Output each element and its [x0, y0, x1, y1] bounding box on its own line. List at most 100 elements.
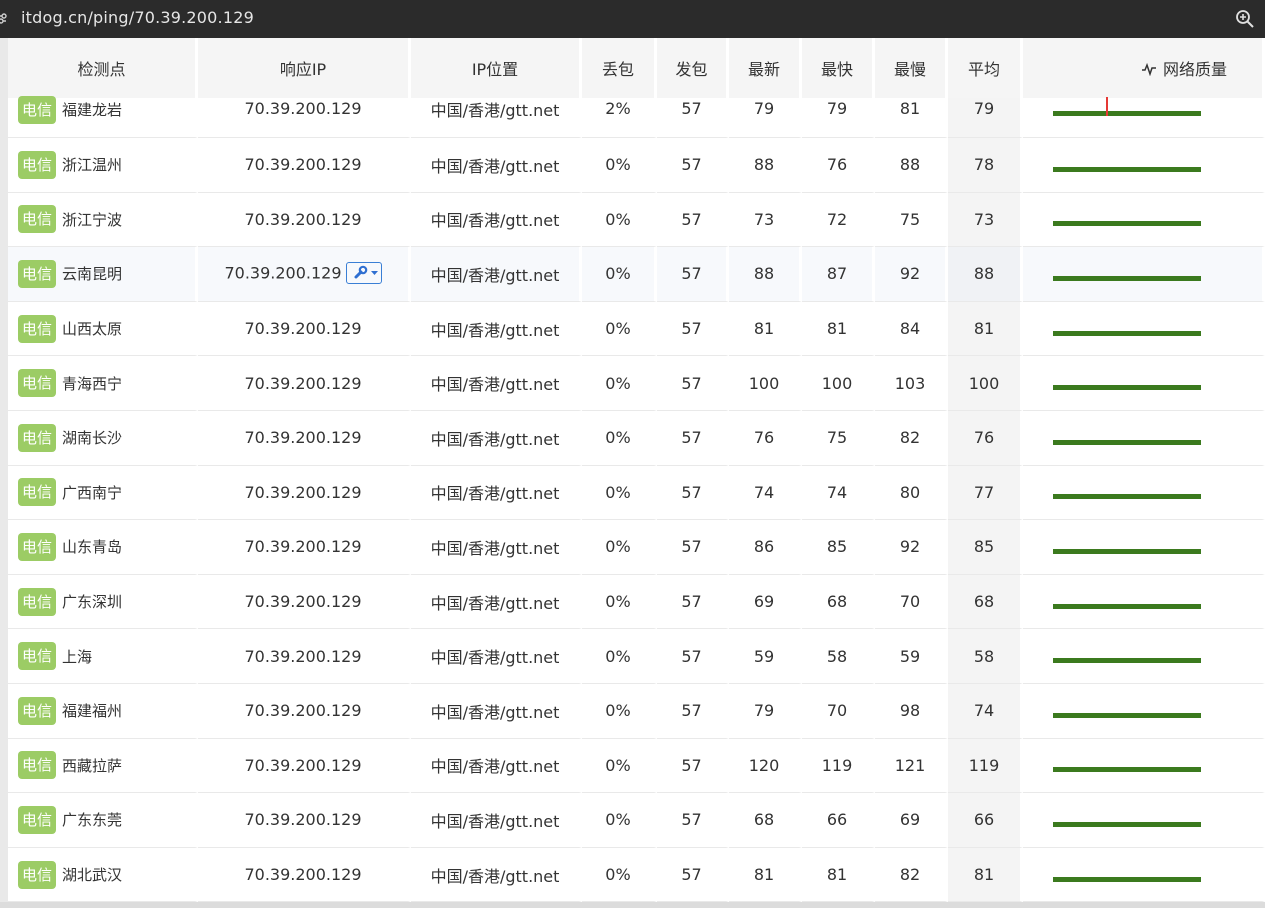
slowest-text: 59	[899, 646, 921, 666]
cell-loss: 0%	[582, 683, 657, 739]
cell-location: 中国/香港/gtt.net	[411, 410, 582, 466]
table-row: 电信 西藏拉萨 70.39.200.129 中国/香港/gtt.net 0% 57 120 1…	[8, 738, 1265, 794]
ip-text: 70.39.200.129	[244, 537, 362, 557]
sent-text: 57	[681, 428, 702, 448]
cell-node: 电信 浙江温州	[8, 138, 198, 193]
cell-sent: 57	[657, 465, 729, 521]
cell-location: 中国/香港/gtt.net	[411, 192, 582, 248]
cell-quality	[1023, 356, 1265, 411]
cell-fastest: 100	[802, 356, 875, 411]
cell-node: 电信 湖南长沙	[8, 410, 198, 466]
cell-loss: 0%	[582, 301, 657, 357]
cell-avg: 88	[948, 247, 1023, 302]
sent-text: 57	[681, 755, 702, 775]
quality-bar-fill	[1053, 658, 1201, 664]
zoom-in-icon[interactable]	[1235, 9, 1255, 29]
location-text: 中国/香港/gtt.net	[430, 648, 560, 668]
latest-text: 79	[753, 99, 775, 118]
sent-text: 57	[681, 646, 702, 666]
fastest-text: 76	[826, 155, 848, 175]
avg-text: 100	[968, 373, 1000, 393]
slowest-text: 98	[899, 701, 921, 721]
table-row: 电信 福建福州 70.39.200.129 中国/香港/gtt.net 0% 57 79 70…	[8, 683, 1265, 739]
location-text: 中国/香港/gtt.net	[430, 429, 560, 449]
wrench-dropdown-icon[interactable]	[345, 261, 382, 284]
site-settings-icon[interactable]	[0, 11, 8, 27]
cell-node: 电信 山东青岛	[8, 520, 198, 575]
cell-fastest: 66	[802, 793, 875, 848]
header-ip[interactable]: 响应IP	[198, 38, 411, 98]
pulse-icon	[1141, 61, 1157, 80]
cell-latest: 88	[729, 247, 802, 302]
cell-slowest: 92	[875, 247, 948, 302]
ip-text: 70.39.200.129	[244, 810, 362, 830]
cell-quality	[1023, 574, 1265, 630]
header-slowest[interactable]: 最慢	[875, 38, 948, 98]
cell-latest: 79	[729, 98, 802, 138]
cell-fastest: 68	[802, 574, 875, 630]
cell-slowest: 59	[875, 629, 948, 684]
header-avg[interactable]: 平均	[948, 38, 1023, 98]
cell-slowest: 80	[875, 465, 948, 521]
cell-slowest: 98	[875, 683, 948, 739]
node-name: 广西南宁	[62, 483, 123, 502]
cell-latest: 74	[729, 465, 802, 521]
cell-slowest: 82	[875, 410, 948, 466]
location-text: 中国/香港/gtt.net	[430, 265, 560, 285]
isp-badge: 电信	[18, 205, 57, 234]
isp-badge: 电信	[18, 150, 57, 179]
location-text: 中国/香港/gtt.net	[430, 211, 560, 231]
header-node[interactable]: 检测点	[8, 38, 198, 98]
cell-node: 电信 云南昆明	[8, 247, 198, 302]
cell-quality	[1023, 520, 1265, 575]
cell-location: 中国/香港/gtt.net	[411, 138, 582, 193]
url-text[interactable]: itdog.cn/ping/70.39.200.129	[21, 8, 254, 28]
cell-sent: 57	[657, 629, 729, 684]
cell-quality	[1023, 465, 1265, 521]
header-fastest[interactable]: 最快	[802, 38, 875, 98]
latest-text: 88	[753, 264, 775, 284]
location-text: 中国/香港/gtt.net	[430, 757, 560, 777]
cell-quality	[1023, 683, 1265, 739]
header-location[interactable]: IP位置	[411, 38, 582, 98]
quality-bar	[1053, 876, 1201, 882]
latest-text: 86	[753, 537, 775, 557]
quality-bar	[1053, 494, 1201, 500]
quality-bar-fill	[1053, 221, 1201, 227]
header-sent[interactable]: 发包	[657, 38, 729, 98]
slowest-text: 82	[899, 865, 921, 885]
quality-bar-fill	[1053, 712, 1201, 718]
node-name: 福建龙岩	[62, 101, 123, 119]
cell-loss: 0%	[582, 192, 657, 248]
cell-slowest: 70	[875, 574, 948, 630]
node-name: 浙江宁波	[62, 210, 123, 229]
cell-latest: 69	[729, 574, 802, 630]
cell-avg: 73	[948, 192, 1023, 248]
header-quality-label: 网络质量	[1163, 60, 1228, 79]
horizontal-scrollbar[interactable]	[0, 902, 1265, 908]
header-latest[interactable]: 最新	[729, 38, 802, 98]
quality-bar	[1053, 548, 1201, 554]
slowest-text: 103	[894, 373, 926, 393]
avg-text: 81	[973, 319, 995, 339]
latest-text: 76	[753, 428, 775, 448]
table-row: 电信 浙江温州 70.39.200.129 中国/香港/gtt.net 0% 57 88 76…	[8, 138, 1265, 193]
cell-fastest: 79	[802, 98, 875, 138]
header-loss[interactable]: 丢包	[582, 38, 657, 98]
isp-badge: 电信	[18, 95, 57, 124]
table-row: 电信 青海西宁 70.39.200.129 中国/香港/gtt.net 0% 57 100 1…	[8, 356, 1265, 411]
ip-text: 70.39.200.129	[244, 701, 362, 721]
location-text: 中国/香港/gtt.net	[430, 375, 560, 395]
table-header-row: 检测点 响应IP IP位置 丢包 发包 最新 最快 最慢 平均 网络质量	[8, 38, 1265, 98]
sent-text: 57	[681, 592, 702, 612]
sent-text: 57	[681, 264, 702, 284]
header-quality[interactable]: 网络质量	[1023, 38, 1265, 98]
cell-ip: 70.39.200.129	[198, 574, 411, 630]
browser-address-bar: itdog.cn/ping/70.39.200.129	[0, 0, 1265, 38]
cell-sent: 57	[657, 847, 729, 903]
node-name: 浙江温州	[62, 156, 123, 175]
cell-ip: 70.39.200.129	[198, 247, 411, 302]
cell-sent: 57	[657, 574, 729, 630]
avg-text: 88	[973, 264, 995, 284]
cell-ip: 70.39.200.129	[198, 738, 411, 794]
